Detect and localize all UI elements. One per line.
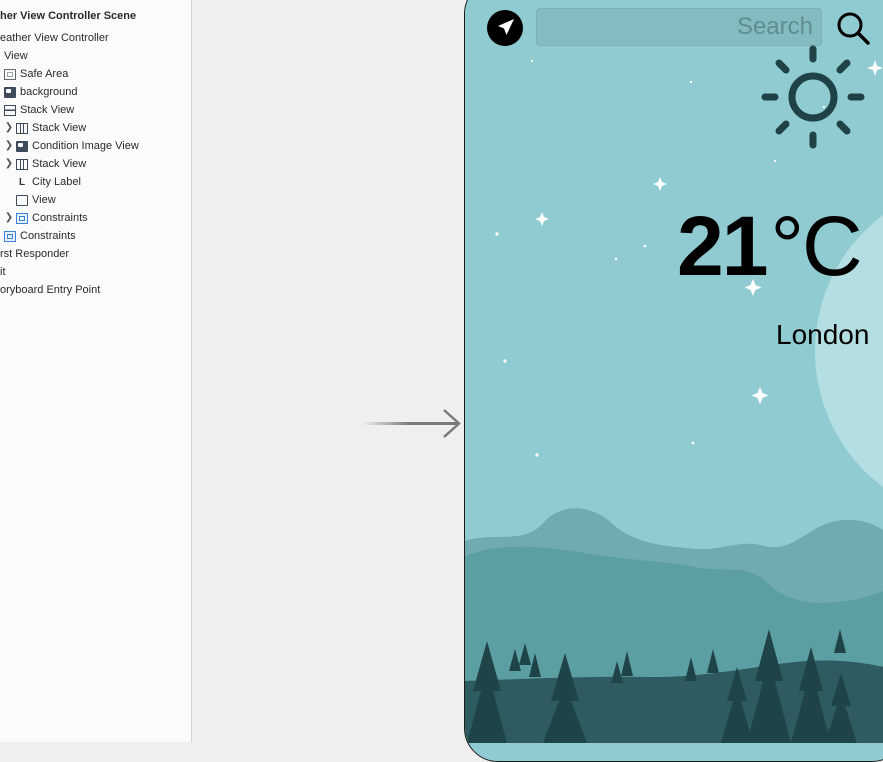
- outline-row-safe-area[interactable]: Safe Area: [4, 65, 68, 83]
- temperature-unit: °C: [770, 199, 862, 293]
- iphone-canvas: 21°C London: [464, 0, 883, 762]
- outline-row-condition-image[interactable]: ❯ Condition Image View: [4, 137, 139, 155]
- outline-row-scene[interactable]: her View Controller Scene: [0, 7, 136, 25]
- disclosure-chevron-icon[interactable]: ❯: [4, 209, 14, 227]
- outline-row-background[interactable]: background: [4, 83, 78, 101]
- outline-row-storyboard-entry[interactable]: oryboard Entry Point: [0, 281, 100, 299]
- label-icon: [16, 177, 28, 188]
- vertical-stack-icon: [4, 104, 16, 116]
- disclosure-chevron-icon[interactable]: ❯: [4, 119, 14, 137]
- safe-area-icon: [4, 68, 16, 80]
- weather-scene: 21°C London: [465, 1, 883, 743]
- image-view-icon: [16, 140, 28, 152]
- outline-row-label: Condition Image View: [32, 140, 139, 152]
- outline-row-stack-view-2[interactable]: ❯ Stack View: [4, 155, 86, 173]
- outline-row-label: Stack View: [32, 158, 87, 170]
- outline-row-label: Stack View: [20, 104, 75, 116]
- outline-row-label: it: [0, 266, 6, 278]
- outline-row-label: Stack View: [32, 122, 87, 134]
- location-arrow-icon[interactable]: [486, 9, 524, 47]
- constraints-icon: [4, 230, 16, 242]
- outline-row-label: City Label: [32, 176, 81, 188]
- view-icon: [16, 194, 28, 206]
- image-view-icon: [4, 86, 16, 98]
- outline-row-label: View: [32, 194, 56, 206]
- outline-row-label: eather View Controller: [0, 32, 109, 44]
- constraints-icon: [16, 212, 28, 224]
- outline-row-stack-view[interactable]: Stack View: [4, 101, 74, 119]
- outline-row-constraints[interactable]: Constraints: [4, 227, 76, 245]
- outline-row-label: Safe Area: [20, 68, 69, 80]
- outline-row-label: rst Responder: [0, 248, 70, 260]
- outline-row-exit[interactable]: it: [0, 263, 6, 281]
- outline-row-view-controller[interactable]: eather View Controller: [0, 29, 109, 47]
- outline-row-label: oryboard Entry Point: [0, 284, 101, 296]
- document-outline: her View Controller Scene eather View Co…: [0, 0, 192, 742]
- outline-row-stack-view-1[interactable]: ❯ Stack View: [4, 119, 86, 137]
- sun-icon: [761, 45, 865, 149]
- disclosure-chevron-icon[interactable]: ❯: [4, 155, 14, 173]
- disclosure-chevron-icon[interactable]: ❯: [4, 137, 14, 155]
- horizontal-stack-icon: [16, 122, 28, 134]
- outline-row-label: View: [4, 50, 28, 62]
- temperature-value: 21: [677, 199, 768, 293]
- outline-row-view[interactable]: View: [0, 47, 28, 65]
- outline-row-label: Constraints: [20, 230, 76, 242]
- outline-row-view-2[interactable]: View: [16, 191, 56, 209]
- temperature-label: 21°C: [677, 199, 863, 293]
- outline-row-first-responder[interactable]: rst Responder: [0, 245, 69, 263]
- outline-row-label: background: [20, 86, 78, 98]
- outline-row-label: Constraints: [32, 212, 88, 224]
- outline-row-constraints-inner[interactable]: ❯ Constraints: [4, 209, 88, 227]
- city-label: London: [776, 319, 870, 350]
- storyboard-entry-arrow[interactable]: [362, 408, 466, 438]
- outline-row-label: her View Controller Scene: [0, 10, 137, 22]
- horizontal-stack-icon: [16, 158, 28, 170]
- outline-row-city-label[interactable]: City Label: [16, 173, 81, 191]
